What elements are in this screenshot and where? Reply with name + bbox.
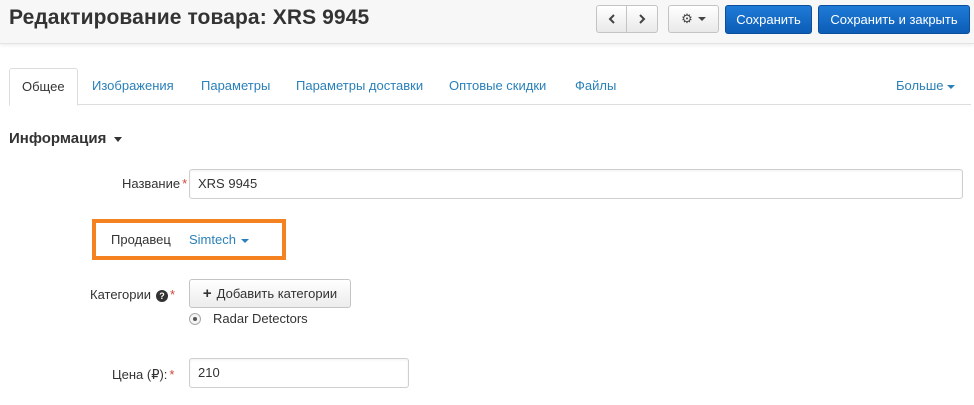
- name-label: Название *: [122, 176, 187, 191]
- categories-label: Категории? *: [90, 287, 175, 302]
- add-categories-button[interactable]: + Добавить категории: [189, 279, 351, 308]
- caret-down-icon: [114, 136, 123, 142]
- caret-down-icon: [240, 238, 249, 243]
- next-product-button[interactable]: [627, 5, 658, 33]
- tab-parameters[interactable]: Параметры: [201, 68, 270, 105]
- required-marker: *: [169, 367, 175, 382]
- chevron-left-icon: [608, 14, 615, 24]
- vendor-value: Simtech: [189, 232, 236, 247]
- required-marker: *: [170, 287, 176, 302]
- price-input-value: 210: [198, 365, 220, 380]
- page-header: Редактирование товара: XRS 9945 ⚙ Сохран…: [0, 0, 974, 44]
- tab-bar: Общее Изображения Параметры Параметры до…: [9, 68, 971, 106]
- product-nav-group: [596, 5, 658, 33]
- price-label-text: Цена (₽):: [112, 367, 168, 382]
- tab-shipping-parameters[interactable]: Параметры доставки: [296, 68, 423, 105]
- name-input[interactable]: XRS 9945: [189, 169, 963, 199]
- name-label-text: Название: [122, 176, 181, 191]
- save-and-close-button[interactable]: Сохранить и закрыть: [818, 5, 970, 34]
- plus-icon: +: [202, 285, 212, 302]
- prev-product-button[interactable]: [596, 5, 627, 33]
- gear-icon: ⚙: [681, 11, 693, 26]
- section-information-toggle[interactable]: Информация: [9, 130, 123, 147]
- section-title: Информация: [9, 130, 107, 147]
- categories-label-text: Категории: [90, 287, 151, 302]
- vendor-dropdown[interactable]: Simtech: [189, 232, 249, 247]
- settings-dropdown-button[interactable]: ⚙: [668, 5, 719, 33]
- question-circle-icon[interactable]: ?: [156, 290, 168, 302]
- caret-down-icon: [946, 84, 955, 89]
- tab-more[interactable]: Больше: [896, 68, 955, 105]
- tab-images[interactable]: Изображения: [92, 68, 174, 105]
- add-categories-label: Добавить категории: [216, 286, 338, 301]
- chevron-right-icon: [639, 14, 646, 24]
- page-title: Редактирование товара: XRS 9945: [9, 6, 370, 29]
- required-marker: *: [182, 176, 188, 191]
- category-item: Radar Detectors: [213, 311, 308, 326]
- caret-down-icon: [697, 17, 706, 21]
- tab-files[interactable]: Файлы: [575, 68, 616, 105]
- tab-more-label: Больше: [896, 78, 944, 93]
- price-label: Цена (₽): *: [112, 367, 174, 383]
- save-button[interactable]: Сохранить: [725, 5, 812, 34]
- name-input-value: XRS 9945: [198, 176, 258, 191]
- tab-general[interactable]: Общее: [9, 68, 78, 106]
- vendor-label: Продавец: [111, 232, 171, 247]
- tab-wholesale-discounts[interactable]: Оптовые скидки: [449, 68, 546, 105]
- price-input[interactable]: 210: [189, 358, 409, 388]
- category-main-radio[interactable]: [189, 313, 201, 325]
